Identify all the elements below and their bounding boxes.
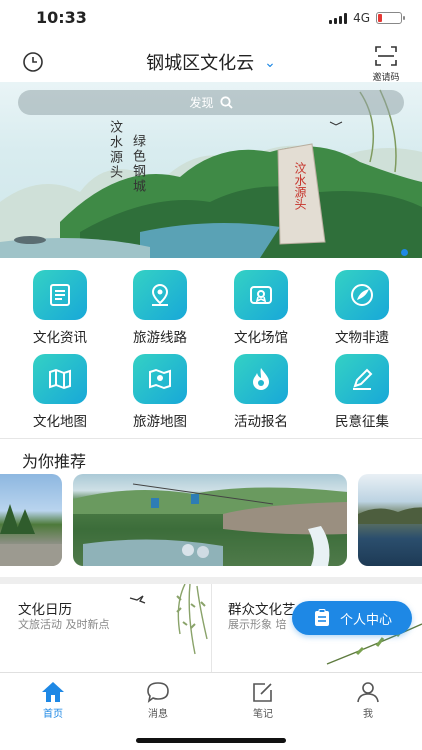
- divider: [0, 438, 422, 439]
- tour-map-icon: [133, 354, 187, 404]
- grid-item-tour-routes[interactable]: 旅游线路: [110, 270, 210, 346]
- city-selector[interactable]: 钢城区文化云 ⌄: [0, 49, 422, 75]
- venue-icon: [234, 270, 288, 320]
- banner-poem-left: 汶水源头: [107, 120, 122, 180]
- banner-poem-right: 绿色钢城: [130, 134, 145, 194]
- recommend-card-image: [73, 483, 347, 566]
- grid-label: 文物非遗: [335, 330, 389, 346]
- status-time: 10:33: [36, 8, 87, 27]
- map-icon: [33, 354, 87, 404]
- culture-calendar-card[interactable]: 文化日历 文旅活动 及时新点: [0, 584, 211, 672]
- tab-home[interactable]: 首页: [23, 679, 83, 720]
- card-title: 群众文化艺: [228, 602, 296, 618]
- tab-notes[interactable]: 笔记: [233, 679, 293, 720]
- grid-label: 活动报名: [234, 414, 288, 430]
- section-title-recommend: 为你推荐: [22, 452, 87, 471]
- signal-icon: [329, 12, 348, 24]
- home-indicator: [136, 738, 286, 743]
- willow-illustration: [129, 584, 208, 655]
- recommend-card[interactable]: [73, 474, 347, 566]
- clipboard-icon: [314, 609, 329, 626]
- card-title: 文化日历: [18, 602, 72, 618]
- grid-item-culture-news[interactable]: 文化资讯: [10, 270, 110, 346]
- grid-item-tour-map[interactable]: 旅游地图: [110, 354, 210, 430]
- person-icon: [357, 682, 379, 703]
- tab-label: 首页: [43, 709, 63, 720]
- route-pin-icon: [133, 270, 187, 320]
- tab-messages[interactable]: 消息: [128, 679, 188, 720]
- search-placeholder: 发现: [189, 96, 214, 110]
- grid-label: 文化地图: [33, 414, 87, 430]
- card-subtitle: 展示形象 培: [228, 618, 287, 631]
- page-title: 钢城区文化云: [146, 53, 255, 74]
- card-subtitle: 文旅活动 及时新点: [18, 618, 110, 631]
- grid-label: 旅游地图: [133, 414, 187, 430]
- scan-icon: [375, 46, 397, 66]
- grid-item-culture-map[interactable]: 文化地图: [10, 354, 110, 430]
- grid-label: 旅游线路: [133, 330, 187, 346]
- chevron-down-icon: ⌄: [264, 55, 276, 71]
- grid-label: 文化场馆: [234, 330, 288, 346]
- battery-icon: [376, 12, 405, 24]
- tab-me[interactable]: 我: [338, 679, 398, 720]
- svg-text:汶水源头: 汶水源头: [293, 161, 307, 210]
- pen-icon: [335, 354, 389, 404]
- heritage-icon: [335, 270, 389, 320]
- tab-label: 笔记: [253, 709, 273, 720]
- personal-center-label: 个人中心: [339, 612, 392, 628]
- section-separator: [0, 577, 422, 584]
- chat-bubble-icon: [147, 682, 169, 703]
- recommend-card[interactable]: [358, 474, 422, 566]
- search-icon: [219, 96, 233, 109]
- recommend-card-image: [358, 507, 422, 524]
- tab-label: 我: [363, 709, 373, 720]
- personal-center-button[interactable]: 个人中心: [292, 601, 412, 635]
- grid-item-opinion[interactable]: 民意征集: [312, 354, 412, 430]
- recommend-card[interactable]: [0, 474, 62, 566]
- edit-note-icon: [253, 683, 272, 702]
- home-icon: [42, 682, 64, 702]
- flame-icon: [234, 354, 288, 404]
- grid-item-heritage[interactable]: 文物非遗: [312, 270, 412, 346]
- hero-banner[interactable]: 汶水源头 发现 汶水源头 绿色钢城: [0, 82, 422, 258]
- grid-item-event-signup[interactable]: 活动报名: [211, 354, 311, 430]
- news-icon: [33, 270, 87, 320]
- network-type: 4G: [353, 11, 370, 25]
- grid-label: 民意征集: [335, 414, 389, 430]
- grid-label: 文化资讯: [33, 330, 87, 346]
- search-bar[interactable]: 发现: [18, 90, 404, 115]
- grid-item-venues[interactable]: 文化场馆: [211, 270, 311, 346]
- recommend-card-image: [0, 504, 62, 566]
- tab-label: 消息: [148, 709, 168, 720]
- carousel-indicator[interactable]: [401, 249, 408, 256]
- invite-code-button[interactable]: 邀请码: [366, 45, 406, 83]
- status-indicators: 4G: [329, 11, 405, 25]
